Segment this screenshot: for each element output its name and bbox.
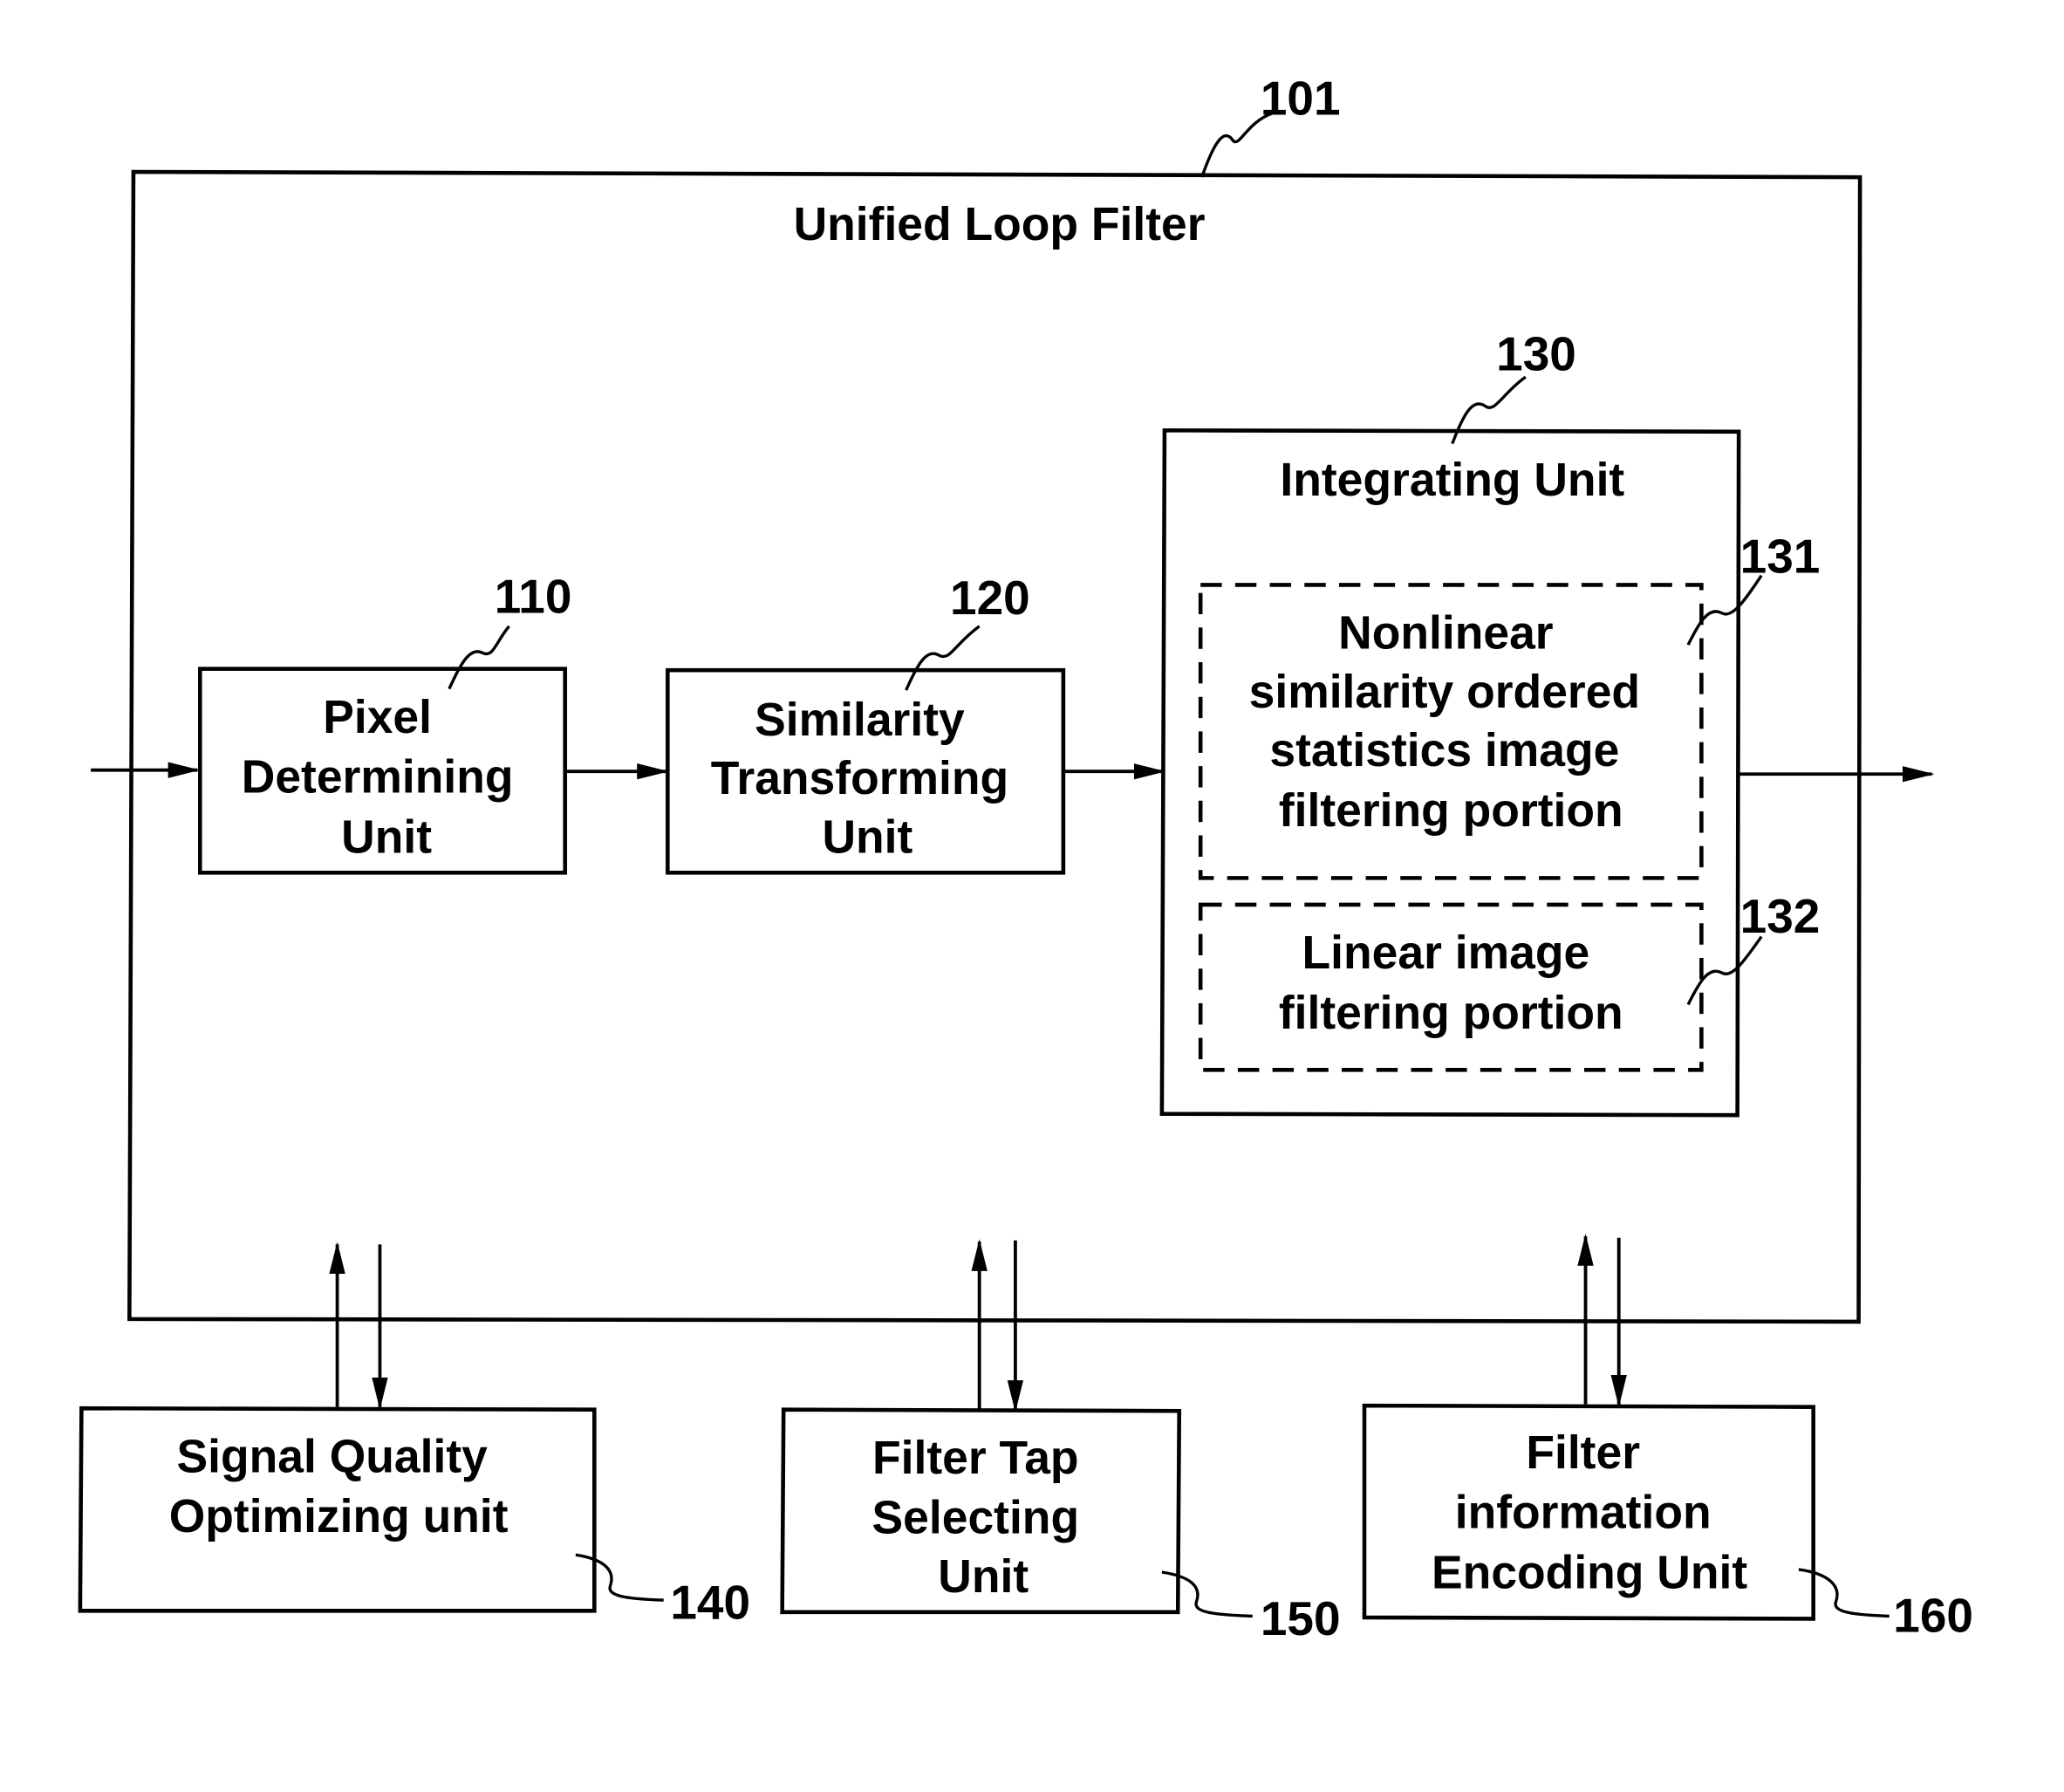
pixel-determining-unit-block: Pixel Determining Unit 110 — [198, 569, 572, 875]
ref-130: 130 — [1496, 327, 1576, 381]
arrows-signal-quality — [329, 1241, 388, 1410]
linear-filtering-portion-block: Linear image filtering portion 132 — [1198, 889, 1821, 1072]
filter-tap-selecting-unit-label: Filter Tap Selecting Unit — [872, 1433, 1092, 1603]
arrows-filter-tap — [971, 1239, 1024, 1412]
signal-quality-optimizing-unit-label: Signal Quality Optimizing unit — [169, 1431, 509, 1542]
pixel-determining-unit-label: Pixel Determining Unit — [242, 692, 527, 863]
linear-filtering-portion-label: Linear image filtering portion — [1279, 927, 1623, 1039]
signal-quality-optimizing-unit-block: Signal Quality Optimizing unit 140 — [78, 1406, 750, 1629]
integrating-unit-block: Integrating Unit 130 Nonlinear similarit… — [1159, 327, 1821, 1118]
ref-160: 160 — [1893, 1589, 1973, 1643]
filter-tap-selecting-unit-block: Filter Tap Selecting Unit 150 — [780, 1407, 1341, 1645]
ref-132: 132 — [1740, 889, 1821, 943]
unified-loop-filter-title: Unified Loop Filter — [794, 199, 1206, 250]
ref-140: 140 — [670, 1575, 750, 1629]
nonlinear-filtering-portion-block: Nonlinear similarity ordered statistics … — [1198, 530, 1821, 880]
integrating-unit-label: Integrating Unit — [1280, 455, 1624, 506]
ref-110: 110 — [495, 569, 572, 623]
similarity-transforming-unit-label: Similarity Transforming Unit — [711, 694, 1022, 863]
ref-101: 101 — [1261, 71, 1341, 125]
ref-131: 131 — [1740, 530, 1821, 584]
nonlinear-filtering-portion-label: Nonlinear similarity ordered statistics … — [1249, 608, 1653, 837]
block-diagram: Unified Loop Filter 101 Pixel Determinin… — [78, 71, 1973, 1645]
filter-information-encoding-unit-block: Filter information Encoding Unit 160 — [1362, 1403, 1973, 1643]
ref-120: 120 — [950, 571, 1030, 625]
similarity-transforming-unit-block: Similarity Transforming Unit 120 — [666, 571, 1066, 875]
filter-information-encoding-unit-label: Filter information Encoding Unit — [1432, 1427, 1747, 1598]
ref-150: 150 — [1261, 1591, 1341, 1645]
